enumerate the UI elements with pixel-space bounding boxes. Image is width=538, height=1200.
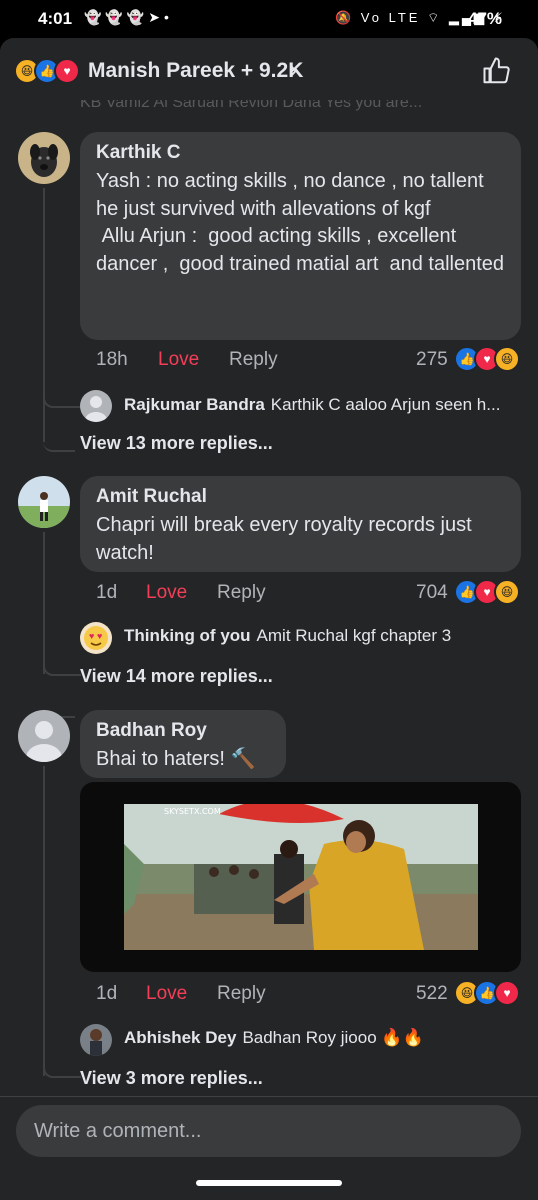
comments-sheet: 😆 👍 ♥ Manish Pareek + 9.2K › KB Vaml2 Al…: [0, 38, 538, 1200]
video-thumbnail[interactable]: SKYSETX.COM: [124, 804, 478, 950]
reply-text: Amit Ruchal kgf chapter 3: [256, 626, 452, 645]
avatar[interactable]: [80, 1024, 112, 1056]
comment-reactions[interactable]: 👍 ♥ 😆: [454, 346, 524, 372]
comment-author[interactable]: Karthik C: [96, 142, 505, 164]
battery-percentage: 47%: [468, 9, 503, 28]
view-more-replies-link[interactable]: View 3 more replies...: [80, 1068, 263, 1089]
comment-text: Bhai to haters! 🔨: [96, 748, 256, 770]
reply-button[interactable]: Reply: [229, 349, 278, 371]
reply-text: Karthik C aaloo Arjun seen h...: [270, 395, 501, 414]
comment-bubble[interactable]: Karthik C Yash : no acting skills , no d…: [80, 132, 521, 340]
reply-button[interactable]: Reply: [217, 983, 266, 1005]
avatar[interactable]: ♥ ♥: [80, 622, 112, 654]
love-button[interactable]: Love: [146, 582, 187, 604]
comment-text: Chapri will break every royalty records …: [96, 514, 478, 564]
comment-bubble[interactable]: Amit Ruchal Chapri will break every roya…: [80, 476, 521, 572]
reply-author[interactable]: Thinking of you: [124, 626, 251, 645]
love-reaction-icon: ♥: [494, 980, 520, 1006]
notification-icons: 👻👻👻➤•: [84, 9, 173, 25]
svg-text:♥: ♥: [97, 631, 102, 641]
thread-branch: [43, 1020, 81, 1078]
default-avatar-icon[interactable]: [80, 390, 112, 422]
status-bar: 4:01 👻👻👻➤• 🔕 Vo LTE ⌔ ▂▄▆ ⚡ 47%: [0, 0, 538, 38]
reply-text: Badhan Roy jiooo 🔥🔥: [242, 1028, 424, 1047]
video-attachment[interactable]: SKYSETX.COM: [80, 782, 521, 972]
avatar[interactable]: [18, 132, 70, 184]
comment-time: 1d: [96, 983, 118, 1004]
view-more-replies-link[interactable]: View 14 more replies...: [80, 666, 273, 687]
comment-author[interactable]: Amit Ruchal: [96, 486, 505, 508]
reactors-summary[interactable]: Manish Pareek + 9.2K: [88, 59, 303, 83]
love-button[interactable]: Love: [146, 983, 187, 1005]
reply-preview[interactable]: Thinking of you Amit Ruchal kgf chapter 3: [124, 626, 451, 646]
reply-button[interactable]: Reply: [217, 582, 266, 604]
comment-author[interactable]: Badhan Roy: [96, 720, 270, 742]
comment-input[interactable]: Write a comment...: [16, 1105, 521, 1157]
reactions-header: 😆 👍 ♥ Manish Pareek + 9.2K ›: [0, 38, 538, 100]
haha-reaction-icon: 😆: [494, 579, 520, 605]
avatar[interactable]: [18, 476, 70, 528]
reply-preview[interactable]: Abhishek Dey Badhan Roy jiooo 🔥🔥: [124, 1028, 424, 1048]
thread-branch: [43, 412, 75, 452]
haha-reaction-icon: 😆: [494, 346, 520, 372]
header-reactions[interactable]: 😆 👍 ♥: [14, 58, 84, 84]
thread-branch: [43, 346, 81, 408]
default-avatar-icon[interactable]: [18, 710, 70, 762]
chevron-right-icon[interactable]: ›: [289, 54, 298, 85]
view-more-replies-link[interactable]: View 13 more replies...: [80, 433, 273, 454]
reaction-count[interactable]: 275: [416, 349, 448, 371]
thread-branch: [43, 620, 81, 676]
like-button-icon[interactable]: [482, 56, 512, 86]
comment-time: 1d: [96, 582, 118, 603]
reply-preview[interactable]: Rajkumar Bandra Karthik C aaloo Arjun see…: [124, 395, 500, 415]
status-time: 4:01: [38, 9, 73, 28]
comment-reactions[interactable]: 😆 👍 ♥: [454, 980, 524, 1006]
reply-author[interactable]: Rajkumar Bandra: [124, 395, 265, 414]
comment-bubble[interactable]: Badhan Roy Bhai to haters! 🔨: [80, 710, 286, 778]
home-indicator[interactable]: [196, 1180, 342, 1186]
comment-reactions[interactable]: 👍 ♥ 😆: [454, 579, 524, 605]
comment-time: 18h: [96, 349, 128, 370]
reply-author[interactable]: Abhishek Dey: [124, 1028, 236, 1047]
love-button[interactable]: Love: [158, 349, 199, 371]
love-reaction-icon: ♥: [54, 58, 80, 84]
comment-text: Yash : no acting skills , no dance , no …: [96, 170, 505, 275]
reaction-count[interactable]: 522: [416, 983, 448, 1005]
video-watermark: SKYSETX.COM: [164, 807, 221, 816]
reaction-count[interactable]: 704: [416, 582, 448, 604]
svg-text:♥: ♥: [89, 631, 94, 641]
